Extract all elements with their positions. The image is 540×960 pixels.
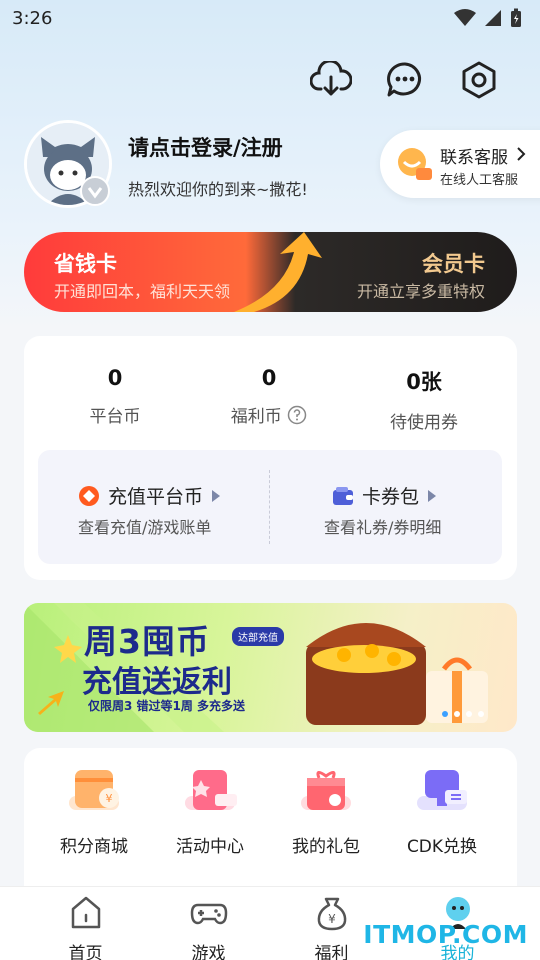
wallet-panel: 0 平台币 0 福利币 0张 待使用券 充值平台币 查看充值/游戏账单 卡券包 — [24, 336, 517, 580]
membership-cards-banner: 省钱卡 开通即回本，福利天天领 会员卡 开通立享多重特权 — [24, 232, 517, 312]
member-card-subtitle: 开通立享多重特权 — [356, 282, 485, 301]
shop-icon: ¥ — [69, 770, 119, 810]
platform-coin-value: 0 — [107, 366, 123, 390]
triangle-right-icon — [212, 489, 221, 502]
carousel-dot — [478, 711, 484, 717]
settings-gear-icon[interactable] — [457, 58, 501, 102]
coupon-wallet-desc: 查看礼券/券明细 — [324, 518, 442, 537]
tab-games-label: 游戏 — [191, 944, 226, 960]
welfare-coin-stat[interactable]: 0 福利币 — [194, 366, 344, 427]
activity-center-label: 活动中心 — [176, 837, 244, 857]
welfare-coin-value: 0 — [261, 366, 277, 390]
points-mall-label: 积分商城 — [60, 837, 128, 857]
coupon-stat[interactable]: 0张 待使用券 — [349, 366, 499, 433]
wifi-icon — [454, 9, 476, 26]
signal-icon — [485, 10, 501, 26]
wallet-icon — [333, 486, 353, 505]
member-card-button[interactable]: 会员卡 开通立享多重特权 — [277, 232, 517, 312]
customer-service-title: 联系客服 — [440, 148, 508, 168]
cdk-redeem-button[interactable]: CDK兑换 — [384, 768, 500, 857]
tab-home-label: 首页 — [68, 944, 103, 960]
gamepad-icon — [190, 903, 227, 925]
coupon-wallet-title: 卡券包 — [362, 486, 420, 508]
services-grid: ¥ 积分商城 活动中心 我的礼包 CDK兑换 — [24, 748, 517, 908]
carousel-dot — [442, 711, 448, 717]
svg-text:¥: ¥ — [328, 912, 336, 926]
member-card-title: 会员卡 — [422, 252, 485, 276]
status-icons — [454, 8, 522, 28]
cdk-redeem-label: CDK兑换 — [406, 837, 478, 857]
saving-card-title: 省钱卡 — [54, 252, 117, 276]
promo-tag: 达部充值 — [232, 627, 284, 646]
platform-coin-label: 平台币 — [89, 407, 141, 427]
carousel-dots — [442, 711, 484, 717]
my-gifts-button[interactable]: 我的礼包 — [268, 768, 384, 857]
promo-line3: 仅限周3 错过等1周 多充多送 — [88, 699, 246, 713]
promo-banner[interactable]: 周3囤币 达部充值 充值送返利 仅限周3 错过等1周 多充多送 — [24, 603, 517, 732]
platform-coin-stat[interactable]: 0 平台币 — [40, 366, 190, 427]
chevron-right-icon — [516, 146, 526, 166]
cdk-icon — [417, 770, 467, 810]
money-bag-icon: ¥ — [317, 897, 346, 931]
carousel-dot — [466, 711, 472, 717]
promo-line2: 充值送返利 — [82, 665, 232, 700]
saving-card-button[interactable]: 省钱卡 开通即回本，福利天天领 — [24, 232, 264, 312]
customer-service-button[interactable]: 联系客服 在线人工客服 — [380, 130, 540, 198]
coupon-label: 待使用券 — [390, 413, 458, 433]
home-icon — [71, 896, 100, 929]
watermark: ITMOP.COM — [363, 920, 528, 949]
recharge-title-row: 充值平台币 — [78, 482, 221, 509]
customer-service-subtitle: 在线人工客服 — [440, 173, 519, 188]
carousel-dot — [454, 711, 460, 717]
recharge-desc: 查看充值/游戏账单 — [78, 518, 212, 537]
welfare-coin-label-row: 福利币 — [194, 402, 344, 427]
saving-card-subtitle: 开通即回本，福利天天领 — [54, 282, 231, 301]
tab-home[interactable]: 首页 — [18, 895, 153, 960]
welcome-text: 热烈欢迎你的到来~撒花! — [128, 180, 308, 199]
tab-games[interactable]: 游戏 — [141, 895, 276, 960]
points-mall-button[interactable]: ¥ 积分商城 — [36, 768, 152, 857]
gift-icon — [301, 771, 351, 810]
download-icon[interactable] — [309, 58, 353, 102]
promo-line1: 周3囤币 — [84, 622, 210, 661]
coin-icon — [79, 485, 99, 506]
svg-text:¥: ¥ — [106, 792, 113, 805]
activity-icon — [185, 770, 237, 810]
coupon-wallet-title-row: 卡券包 — [332, 482, 437, 509]
help-icon[interactable] — [287, 405, 307, 425]
triangle-right-icon — [428, 489, 437, 502]
status-time: 3:26 — [12, 8, 53, 29]
login-register-link[interactable]: 请点击登录/注册 — [128, 132, 283, 162]
activity-center-button[interactable]: 活动中心 — [152, 768, 268, 857]
message-icon[interactable] — [383, 58, 427, 102]
battery-icon — [511, 8, 521, 27]
welfare-coin-label: 福利币 — [230, 407, 282, 427]
recharge-title: 充值平台币 — [108, 486, 204, 508]
coupon-value: 0张 — [406, 370, 442, 394]
recharge-button[interactable]: 充值平台币 查看充值/游戏账单 — [38, 450, 270, 564]
customer-service-icon — [394, 144, 434, 188]
my-gifts-label: 我的礼包 — [292, 837, 360, 857]
level-badge-icon — [80, 176, 110, 206]
coupon-wallet-button[interactable]: 卡券包 查看礼券/券明细 — [270, 450, 502, 564]
wallet-actions: 充值平台币 查看充值/游戏账单 卡券包 查看礼券/券明细 — [38, 450, 502, 564]
